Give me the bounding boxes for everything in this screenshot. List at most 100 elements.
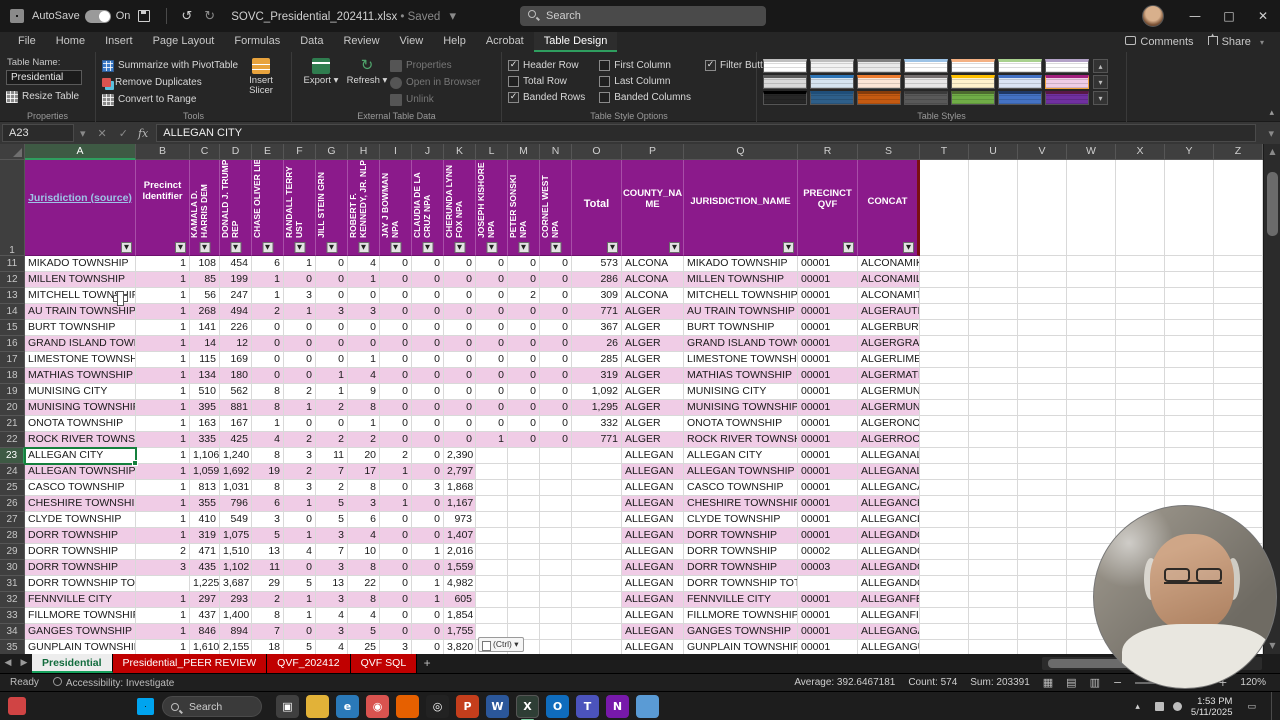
cell-T30[interactable] [920, 560, 969, 576]
cell-U34[interactable] [969, 624, 1018, 640]
cell-M11[interactable]: 0 [508, 256, 540, 272]
cell-F24[interactable]: 2 [284, 464, 316, 480]
collapse-ribbon-icon[interactable]: ▴ [1269, 108, 1274, 118]
cell-W13[interactable] [1067, 288, 1116, 304]
cell-K21[interactable]: 0 [444, 416, 476, 432]
cell-F18[interactable]: 0 [284, 368, 316, 384]
sheet-tab-qvf-202412[interactable]: QVF_202412 [267, 654, 350, 673]
cell-C27[interactable]: 410 [190, 512, 220, 528]
cell-H35[interactable]: 25 [348, 640, 380, 654]
cell-Y17[interactable] [1165, 352, 1214, 368]
cell-S24[interactable]: ALLEGANAL [858, 464, 920, 480]
cell-C35[interactable]: 1,610 [190, 640, 220, 654]
cell-J21[interactable]: 0 [412, 416, 444, 432]
taskbar-icon-task-view[interactable]: ▣ [276, 695, 299, 718]
gallery-up-icon[interactable]: ▴ [1093, 59, 1108, 73]
cell-D16[interactable]: 12 [220, 336, 252, 352]
vertical-scroll-thumb[interactable] [1267, 172, 1278, 236]
row-header-31[interactable]: 31 [0, 576, 25, 592]
cell-G26[interactable]: 5 [316, 496, 348, 512]
cell-G33[interactable]: 4 [316, 608, 348, 624]
filter-icon[interactable]: ▼ [262, 242, 273, 253]
cell-I23[interactable]: 2 [380, 448, 412, 464]
cell-R24[interactable]: 00001 [798, 464, 858, 480]
export-button[interactable]: Export ▾ [298, 56, 344, 108]
cell-U24[interactable] [969, 464, 1018, 480]
cell-Y11[interactable] [1165, 256, 1214, 272]
cell-S21[interactable]: ALGERONO [858, 416, 920, 432]
cell-D25[interactable]: 1,031 [220, 480, 252, 496]
cell-Y12[interactable] [1165, 272, 1214, 288]
cell-S28[interactable]: ALLEGANDO [858, 528, 920, 544]
refresh-button[interactable]: ↻ Refresh ▾ [344, 56, 390, 108]
cell-I14[interactable]: 0 [380, 304, 412, 320]
checkbox-first-column[interactable]: First Column [599, 59, 691, 72]
cell-Y14[interactable] [1165, 304, 1214, 320]
cell-T26[interactable] [920, 496, 969, 512]
cell-F17[interactable]: 0 [284, 352, 316, 368]
row-header-21[interactable]: 21 [0, 416, 25, 432]
cell-U22[interactable] [969, 432, 1018, 448]
row-header-11[interactable]: 11 [0, 256, 25, 272]
table-header-cherunda-lynn-fox-npa[interactable]: ▼CHERUNDA LYNN FOX NPA [444, 160, 476, 256]
cell-K19[interactable]: 0 [444, 384, 476, 400]
cell-D24[interactable]: 1,692 [220, 464, 252, 480]
cell-I13[interactable]: 0 [380, 288, 412, 304]
cell-W23[interactable] [1067, 448, 1116, 464]
cell-A33[interactable]: FILLMORE TOWNSHIP [25, 608, 136, 624]
cell-G31[interactable]: 13 [316, 576, 348, 592]
cell-G34[interactable]: 3 [316, 624, 348, 640]
cell-J15[interactable]: 0 [412, 320, 444, 336]
ribbon-tab-formulas[interactable]: Formulas [224, 32, 290, 52]
row-header-30[interactable]: 30 [0, 560, 25, 576]
cell-B28[interactable]: 1 [136, 528, 190, 544]
row-header-23[interactable]: 23 [0, 448, 25, 464]
cell-X24[interactable] [1116, 464, 1165, 480]
column-header-W[interactable]: W [1067, 144, 1116, 160]
taskbar-pinned-app-icon[interactable] [8, 697, 26, 715]
row-header-20[interactable]: 20 [0, 400, 25, 416]
cell-D19[interactable]: 562 [220, 384, 252, 400]
cancel-entry-icon[interactable]: ✕ [98, 127, 107, 140]
cell-F30[interactable]: 0 [284, 560, 316, 576]
taskbar-icon-outlook[interactable]: O [546, 695, 569, 718]
cell-B30[interactable]: 3 [136, 560, 190, 576]
cell-K33[interactable]: 1,854 [444, 608, 476, 624]
cell-F34[interactable]: 0 [284, 624, 316, 640]
app-launcher-icon[interactable] [10, 9, 24, 23]
cell-E23[interactable]: 8 [252, 448, 284, 464]
cell-D17[interactable]: 169 [220, 352, 252, 368]
cell-S22[interactable]: ALGERROC [858, 432, 920, 448]
cell-Z17[interactable] [1214, 352, 1263, 368]
cell-Z14[interactable] [1214, 304, 1263, 320]
cell-T20[interactable] [920, 400, 969, 416]
cell-E14[interactable]: 2 [252, 304, 284, 320]
cell-H30[interactable]: 8 [348, 560, 380, 576]
cell-H12[interactable]: 1 [348, 272, 380, 288]
cell-J22[interactable]: 0 [412, 432, 444, 448]
cell-B11[interactable]: 1 [136, 256, 190, 272]
cell-M16[interactable]: 0 [508, 336, 540, 352]
cell-C16[interactable]: 14 [190, 336, 220, 352]
cell-Z15[interactable] [1214, 320, 1263, 336]
cell-R13[interactable]: 00001 [798, 288, 858, 304]
column-header-B[interactable]: B [136, 144, 190, 160]
cell-B21[interactable]: 1 [136, 416, 190, 432]
cell-O27[interactable] [572, 512, 622, 528]
cell-A11[interactable]: MIKADO TOWNSHIP [25, 256, 136, 272]
cell-O16[interactable]: 26 [572, 336, 622, 352]
row-header-17[interactable]: 17 [0, 352, 25, 368]
cell-F33[interactable]: 1 [284, 608, 316, 624]
cell-P17[interactable]: ALGER [622, 352, 684, 368]
row-header-29[interactable]: 29 [0, 544, 25, 560]
cell-T12[interactable] [920, 272, 969, 288]
cell-N30[interactable] [540, 560, 572, 576]
cell-E11[interactable]: 6 [252, 256, 284, 272]
cell-Q13[interactable]: MITCHELL TOWNSHIP [684, 288, 798, 304]
user-avatar[interactable] [1142, 5, 1164, 27]
cell-A35[interactable]: GUNPLAIN TOWNSHIP [25, 640, 136, 654]
cell-G16[interactable]: 0 [316, 336, 348, 352]
cell-S18[interactable]: ALGERMATH [858, 368, 920, 384]
cell-E27[interactable]: 3 [252, 512, 284, 528]
cell-D35[interactable]: 2,155 [220, 640, 252, 654]
